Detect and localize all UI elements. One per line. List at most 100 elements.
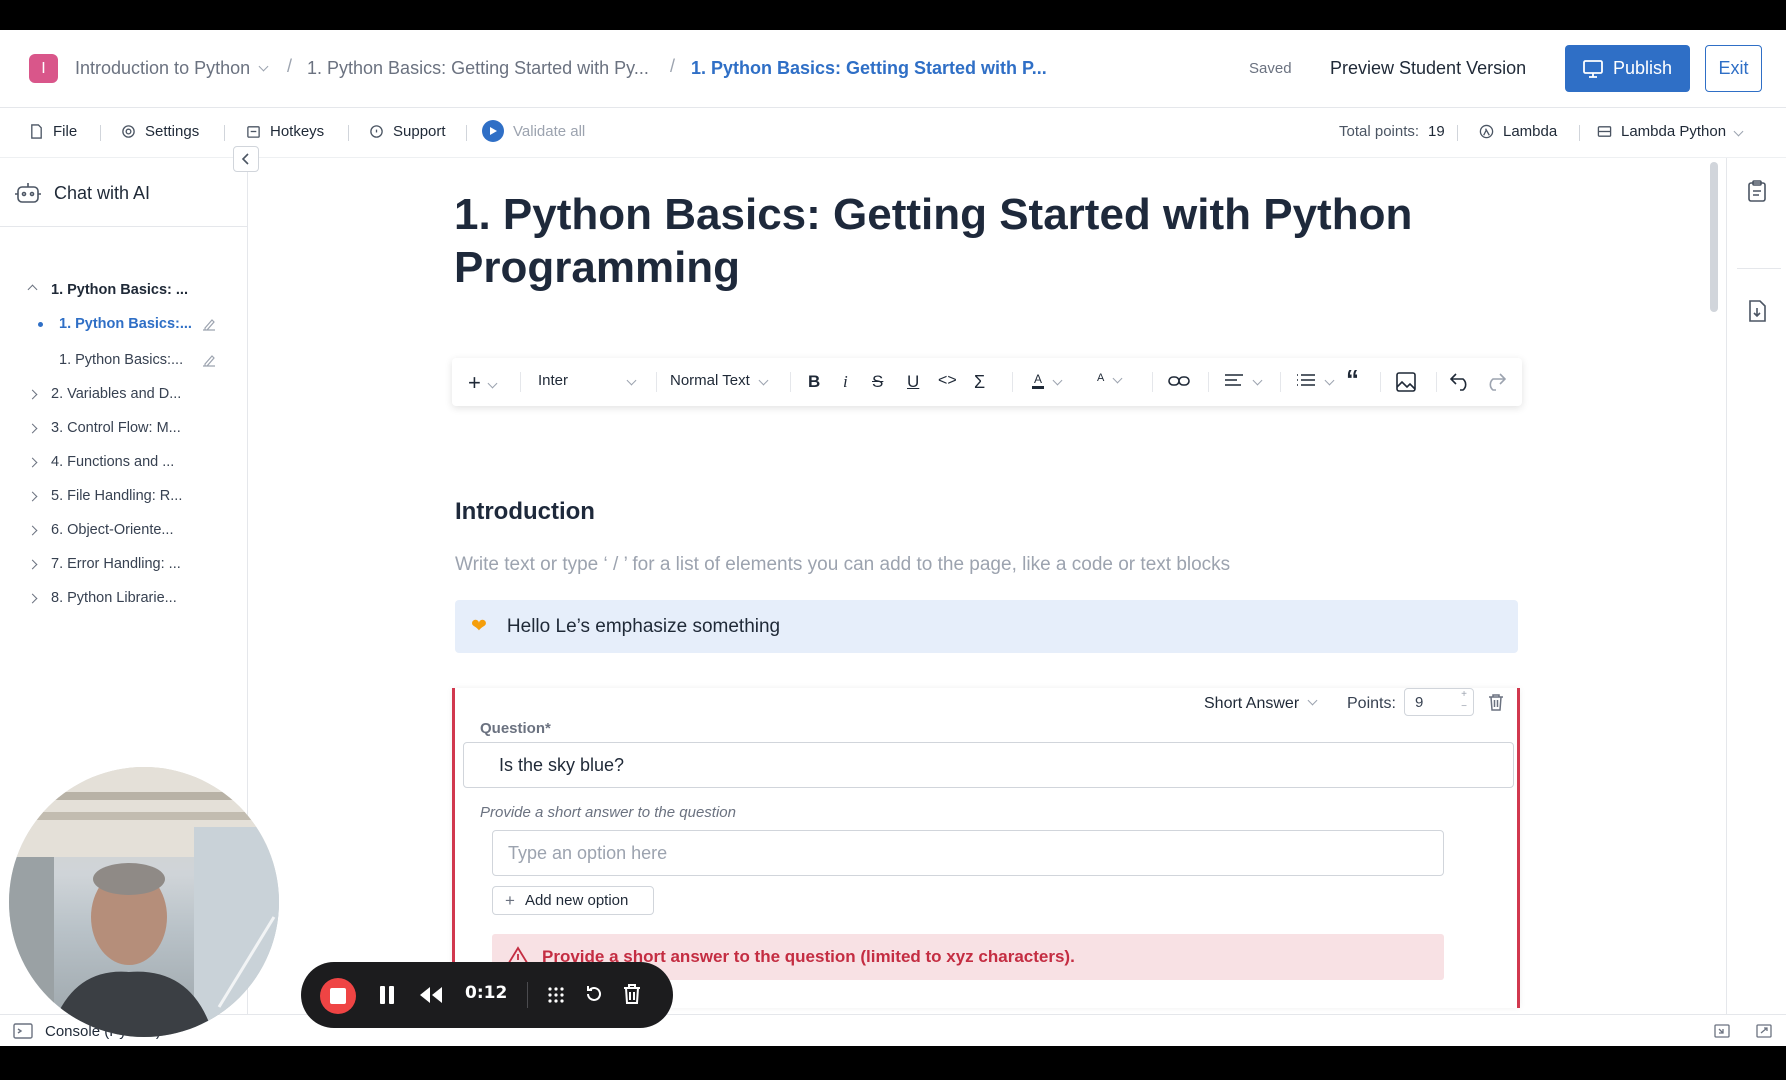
scrollbar[interactable]	[1710, 162, 1718, 312]
font-family-select[interactable]: Inter	[538, 372, 637, 389]
question-type-label: Short Answer	[1204, 695, 1300, 712]
sidebar-section-2[interactable]: 2. Variables and D...	[27, 386, 181, 402]
trash-icon[interactable]	[623, 983, 641, 1005]
runtime-selector[interactable]: Lambda	[1479, 123, 1557, 140]
course-logo[interactable]: I	[29, 54, 58, 83]
file-menu[interactable]: File	[29, 123, 77, 140]
breadcrumb-separator: /	[670, 56, 676, 76]
webcam-feed	[9, 767, 279, 1037]
points-input[interactable]: 9 + −	[1404, 688, 1474, 716]
link-icon[interactable]	[1168, 373, 1190, 389]
sigma-icon[interactable]: Σ	[974, 372, 985, 393]
align-left-icon	[1225, 374, 1243, 386]
sidebar-page-1-1[interactable]: 1. Python Basics:...	[38, 316, 215, 332]
chevron-right-icon	[27, 423, 38, 433]
undo-icon[interactable]	[1450, 373, 1472, 391]
sidebar-item-label: 3. Control Flow: M...	[51, 420, 181, 436]
pause-icon[interactable]	[379, 985, 395, 1005]
file-label: File	[53, 123, 78, 140]
clipboard-icon[interactable]	[1747, 180, 1767, 202]
total-points-label: Total points:	[1339, 123, 1420, 140]
text-style-select[interactable]: Normal Text	[670, 372, 769, 389]
hotkeys-menu[interactable]: Hotkeys	[246, 123, 324, 140]
settings-label: Settings	[145, 123, 200, 140]
section-heading[interactable]: Introduction	[455, 498, 595, 526]
chevron-down-icon	[1324, 375, 1335, 385]
preview-student-button[interactable]: Preview Student Version	[1330, 58, 1526, 79]
divider	[466, 125, 467, 141]
sidebar-section-1[interactable]: 1. Python Basics: ...	[27, 282, 188, 298]
trash-icon[interactable]	[1488, 693, 1504, 711]
strikethrough-icon[interactable]: S	[872, 372, 883, 392]
grid-dots-icon[interactable]	[546, 985, 566, 1005]
divider	[0, 226, 247, 227]
chevron-down-icon	[1307, 695, 1318, 706]
breadcrumb-module[interactable]: 1. Python Basics: Getting Started with P…	[307, 58, 649, 79]
text-block-placeholder[interactable]: Write text or type ‘ / ’ for a list of e…	[455, 554, 1230, 576]
list-button[interactable]	[1296, 372, 1335, 388]
divider	[1436, 372, 1437, 392]
bold-icon[interactable]: B	[808, 372, 820, 392]
underline-icon[interactable]: U	[907, 372, 919, 392]
sidebar-section-7[interactable]: 7. Error Handling: ...	[27, 556, 181, 572]
chevron-down-icon	[626, 375, 637, 386]
sidebar-item-label: 5. File Handling: R...	[51, 488, 183, 504]
image-icon[interactable]	[1396, 372, 1416, 392]
code-icon[interactable]: <>	[938, 372, 957, 390]
download-file-icon[interactable]	[1747, 300, 1767, 322]
pencil-icon[interactable]	[202, 353, 216, 367]
sidebar-section-6[interactable]: 6. Object-Oriente...	[27, 522, 174, 538]
divider	[100, 125, 101, 141]
minimize-icon[interactable]	[1714, 1024, 1730, 1038]
support-menu[interactable]: Support	[369, 123, 446, 140]
question-type-select[interactable]: Short Answer	[1204, 695, 1318, 713]
align-button[interactable]	[1224, 372, 1263, 388]
divider	[520, 372, 521, 392]
exit-button[interactable]: Exit	[1705, 45, 1762, 92]
validate-all-button[interactable]: Validate all	[482, 120, 585, 142]
redo-icon[interactable]	[1484, 373, 1506, 391]
italic-icon[interactable]: i	[843, 372, 848, 392]
collapse-sidebar-button[interactable]	[233, 146, 259, 172]
breadcrumb-course[interactable]: Introduction to Python	[75, 58, 269, 79]
plus-icon: +	[505, 890, 515, 910]
sidebar-page-1-2[interactable]: 1. Python Basics:...	[59, 352, 215, 368]
runtime-label: Lambda	[1503, 123, 1558, 140]
environment-selector[interactable]: Lambda Python	[1597, 123, 1744, 140]
page-title[interactable]: 1. Python Basics: Getting Started with P…	[454, 188, 1454, 294]
chevron-down-icon	[1733, 126, 1744, 137]
sidebar-section-3[interactable]: 3. Control Flow: M...	[27, 420, 181, 436]
text-color-button[interactable]: A	[1032, 372, 1063, 389]
webcam-bubble[interactable]	[9, 767, 279, 1037]
stop-recording-button[interactable]	[320, 978, 356, 1014]
pencil-icon[interactable]	[202, 317, 216, 331]
publish-button[interactable]: Publish	[1565, 45, 1690, 92]
points-value: 9	[1415, 694, 1424, 711]
sidebar-section-4[interactable]: 4. Functions and ...	[27, 454, 174, 470]
insert-block-button[interactable]: +	[468, 370, 498, 396]
sidebar-section-8[interactable]: 8. Python Librarie...	[27, 590, 177, 606]
option-input[interactable]: Type an option here	[492, 830, 1444, 876]
quote-icon[interactable]: “	[1346, 364, 1359, 395]
chat-with-ai-button[interactable]: Chat with AI	[14, 180, 150, 206]
add-option-button[interactable]: + Add new option	[492, 886, 654, 915]
sidebar-section-5[interactable]: 5. File Handling: R...	[27, 488, 183, 504]
divider	[790, 372, 791, 392]
maximize-icon[interactable]	[1756, 1024, 1772, 1038]
keyboard-icon	[247, 126, 260, 138]
breadcrumb-page[interactable]: 1. Python Basics: Getting Started with P…	[691, 58, 1047, 79]
gear-icon	[122, 125, 135, 138]
stepper-icon[interactable]: + −	[1461, 689, 1467, 713]
question-input[interactable]: Is the sky blue?	[463, 742, 1514, 788]
settings-menu[interactable]: Settings	[121, 123, 199, 140]
divider	[348, 125, 349, 141]
callout-block[interactable]: ❤ Hello Le’s emphasize something	[455, 600, 1518, 653]
console-bar[interactable]: Console (Python)	[0, 1014, 1786, 1046]
sidebar-item-label: 7. Error Handling: ...	[51, 556, 181, 572]
chevron-up-icon	[27, 284, 38, 295]
rewind-icon[interactable]	[419, 986, 443, 1004]
chevron-right-icon	[27, 525, 38, 535]
font-size-button[interactable]: A	[1097, 372, 1123, 384]
restart-icon[interactable]	[584, 984, 604, 1004]
divider	[1012, 372, 1013, 392]
